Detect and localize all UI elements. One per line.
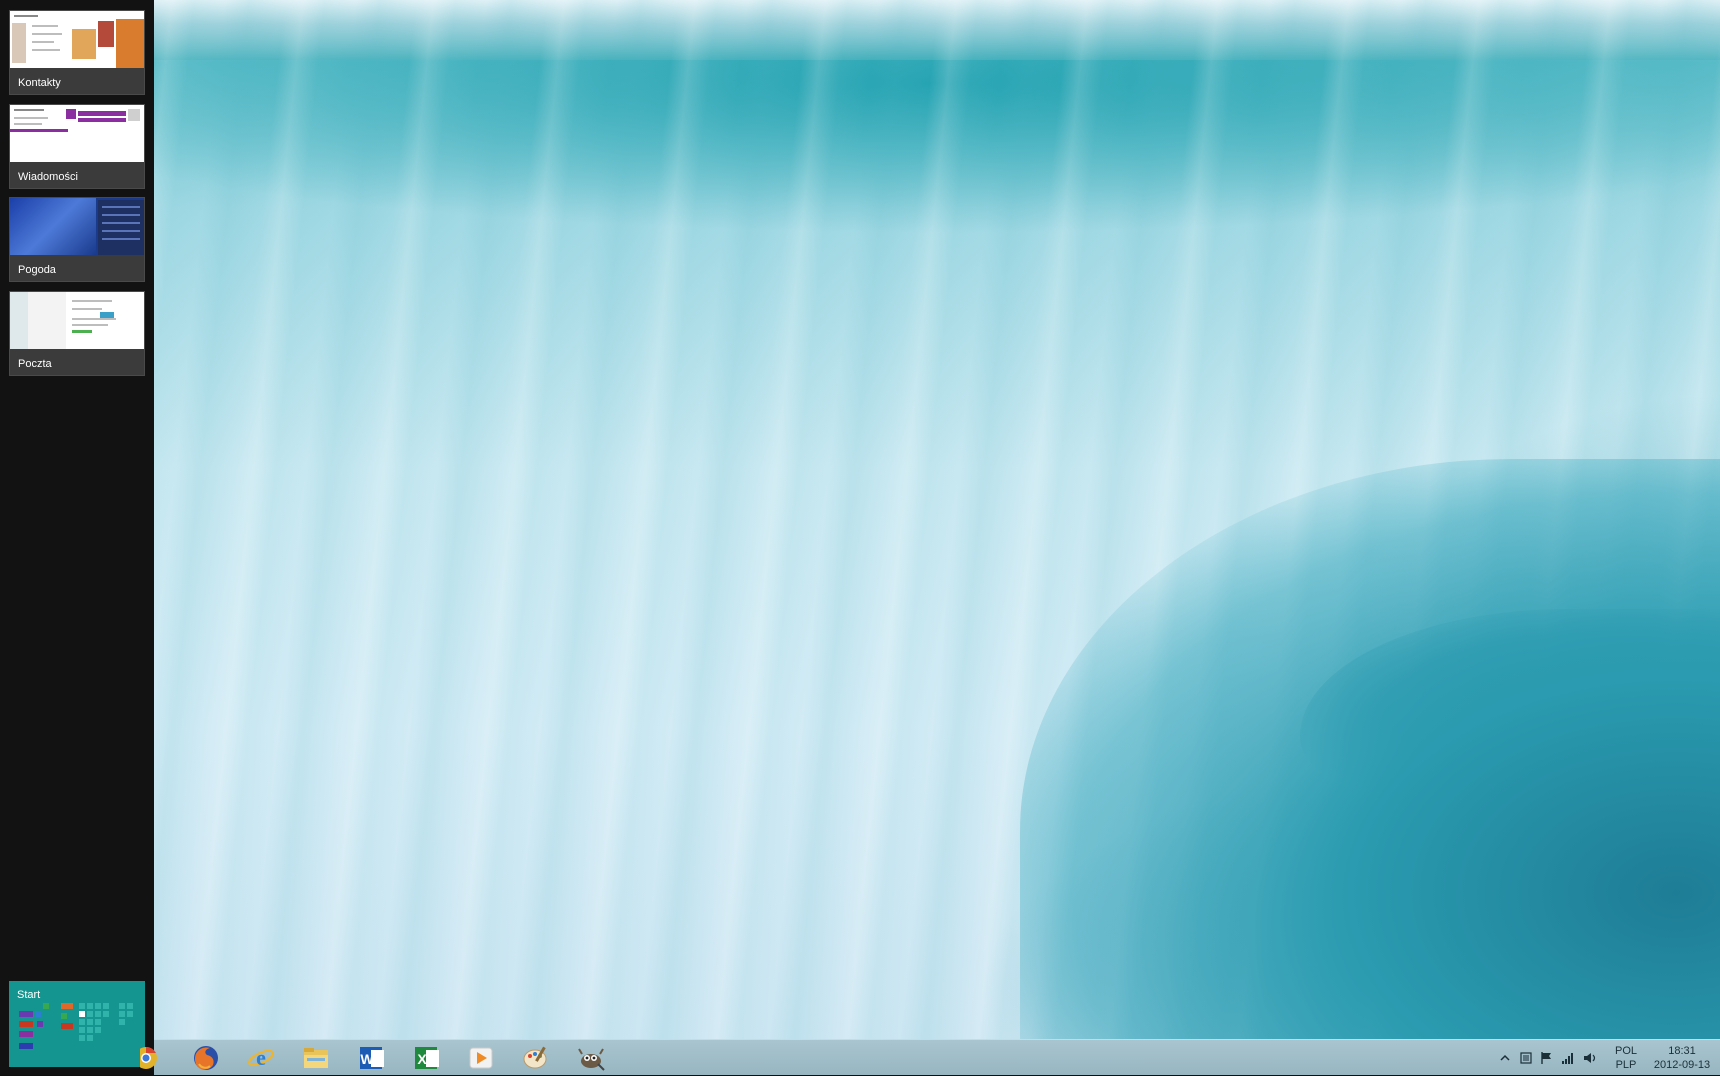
- network-signal-icon[interactable]: [1558, 1040, 1578, 1076]
- start-label: Start: [17, 989, 41, 1001]
- clock-date: 2012-09-13: [1653, 1059, 1711, 1071]
- word-icon[interactable]: W: [349, 1042, 393, 1074]
- clock-time: 18:31: [1668, 1045, 1696, 1057]
- keyboard-layout-code: PLP: [1615, 1059, 1637, 1071]
- system-clock[interactable]: 18:31 2012-09-13: [1646, 1044, 1718, 1074]
- language-code: POL: [1614, 1045, 1637, 1057]
- action-center-flag-icon[interactable]: [1536, 1040, 1556, 1076]
- switcher-app-poczta[interactable]: Poczta: [9, 291, 145, 376]
- paint-icon[interactable]: [514, 1042, 558, 1074]
- switcher-app-pogoda[interactable]: Pogoda: [9, 197, 145, 282]
- svg-text:X: X: [417, 1051, 427, 1067]
- svg-text:e: e: [256, 1045, 266, 1070]
- desktop-wallpaper[interactable]: [154, 0, 1720, 1039]
- app-thumbnail: [10, 105, 144, 162]
- notification-tray-icon[interactable]: [1516, 1040, 1536, 1076]
- switcher-app-kontakty[interactable]: Kontakty: [9, 10, 145, 95]
- app-thumbnail: [10, 292, 144, 349]
- switcher-app-label: Kontakty: [18, 77, 61, 89]
- app-switcher: Kontakty Wiadomości Pogoda Poczta Start: [0, 0, 154, 1075]
- media-player-icon[interactable]: [459, 1042, 503, 1074]
- internet-explorer-icon[interactable]: e: [239, 1042, 283, 1074]
- switcher-app-label: Poczta: [18, 358, 52, 370]
- show-hidden-icons-chevron-icon[interactable]: [1496, 1040, 1514, 1076]
- start-tile[interactable]: Start: [9, 981, 145, 1067]
- app-thumbnail: [10, 198, 144, 255]
- svg-text:W: W: [360, 1051, 374, 1067]
- taskbar: e W X POL PLP 18:31 2012-09-13: [140, 1039, 1720, 1076]
- firefox-icon[interactable]: [184, 1042, 228, 1074]
- file-explorer-icon[interactable]: [294, 1042, 338, 1074]
- gimp-icon[interactable]: [569, 1042, 613, 1074]
- chrome-icon[interactable]: [140, 1042, 170, 1074]
- switcher-app-label: Pogoda: [18, 264, 56, 276]
- switcher-app-wiadomosci[interactable]: Wiadomości: [9, 104, 145, 189]
- volume-speaker-icon[interactable]: [1580, 1040, 1600, 1076]
- switcher-app-label: Wiadomości: [18, 171, 78, 183]
- input-language-indicator[interactable]: POL PLP: [1608, 1044, 1644, 1074]
- app-thumbnail: [10, 11, 144, 68]
- excel-icon[interactable]: X: [404, 1042, 448, 1074]
